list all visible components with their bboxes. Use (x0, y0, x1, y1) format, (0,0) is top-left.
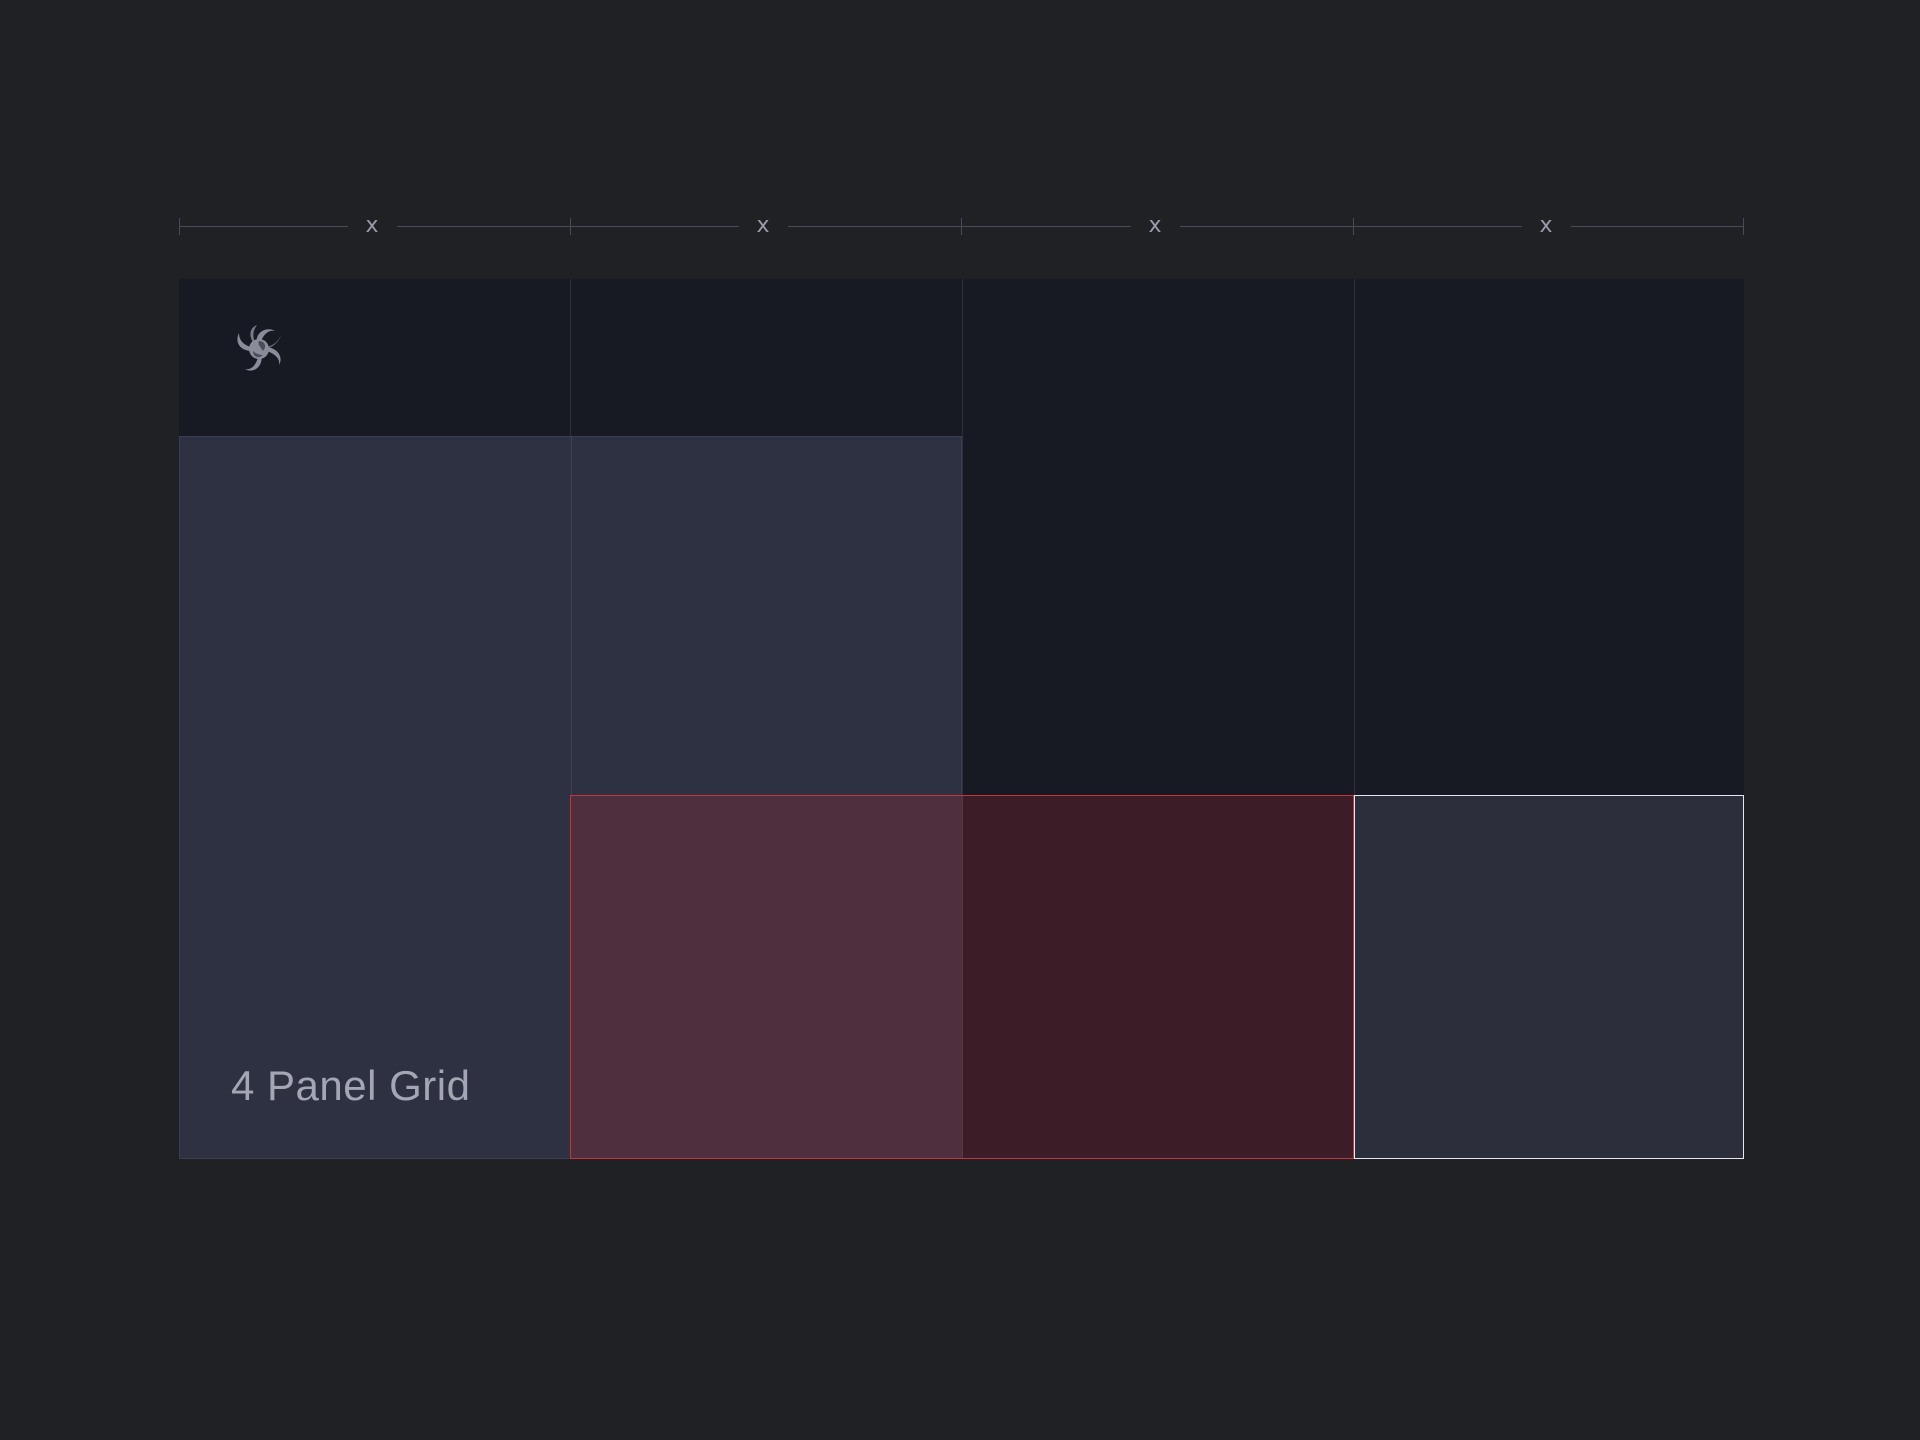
panel-highlight-overlap (571, 796, 962, 1158)
grid-canvas: 4 Panel Grid (179, 279, 1744, 1159)
panel-divider (962, 796, 963, 1158)
panel-selected[interactable] (1354, 795, 1744, 1159)
grid-title: 4 Panel Grid (231, 1062, 471, 1109)
measure-tick (1743, 218, 1744, 235)
measure-label-4: x (1539, 213, 1553, 238)
measure-line (570, 226, 739, 227)
measure-label-2: x (756, 213, 770, 238)
panel-highlight-fill (962, 796, 1353, 1158)
measure-label-3: x (1148, 213, 1162, 238)
measure-line (179, 226, 348, 227)
measure-line (397, 226, 570, 227)
measure-line (961, 226, 1131, 227)
column-measure-bar: x x x x (179, 213, 1744, 238)
measure-label-1: x (365, 213, 379, 238)
measure-line (1571, 226, 1744, 227)
panel-highlight[interactable] (570, 795, 1354, 1159)
measure-line (1353, 226, 1522, 227)
swirl-logo-icon (237, 325, 281, 371)
measure-line (1180, 226, 1353, 227)
measure-line (788, 226, 962, 227)
